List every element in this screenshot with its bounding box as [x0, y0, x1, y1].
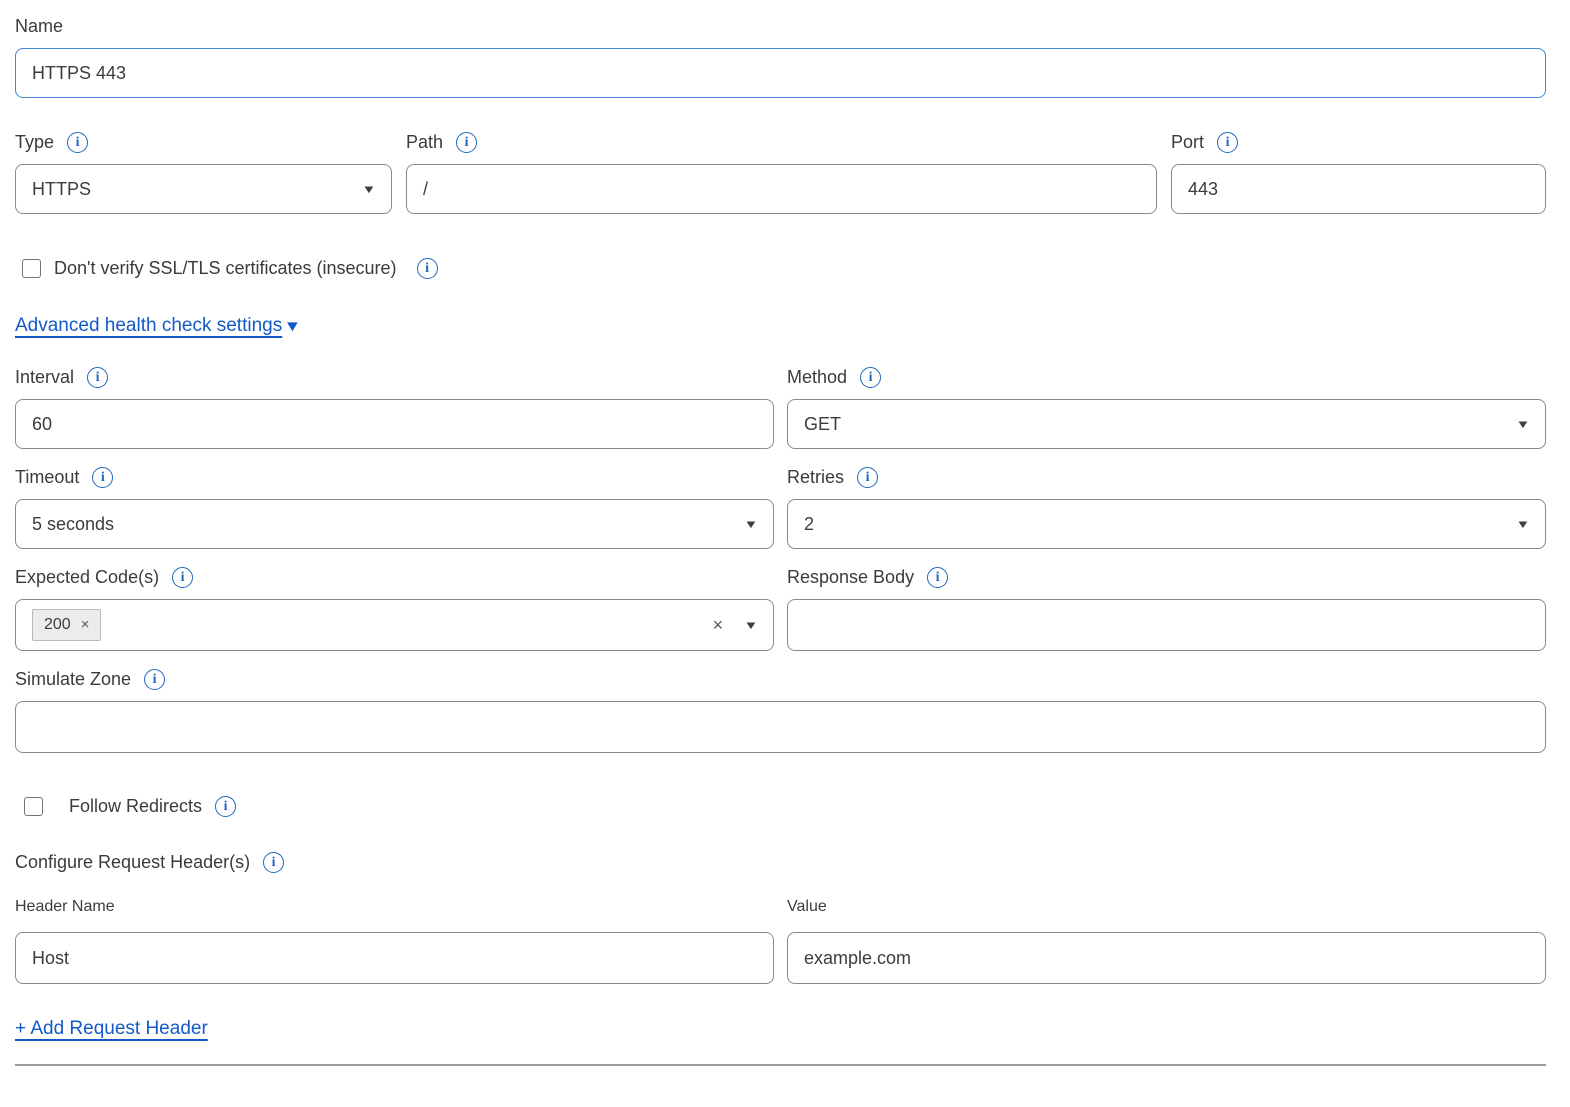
name-field: Name	[15, 16, 1546, 98]
path-input[interactable]	[406, 164, 1157, 214]
timeout-select-value: 5 seconds	[32, 514, 114, 535]
follow-redirects-row: Follow Redirects i	[15, 796, 1546, 817]
ssl-verify-row: Don't verify SSL/TLS certificates (insec…	[15, 258, 1546, 279]
simulate-zone-input[interactable]	[15, 701, 1546, 753]
timeout-retries-row: Timeout i 5 seconds ▼ Retries i 2 ▼	[15, 467, 1546, 549]
info-icon[interactable]: i	[927, 567, 948, 588]
port-field: Port i	[1171, 132, 1546, 214]
simulate-zone-label: Simulate Zone	[15, 669, 131, 690]
info-icon[interactable]: i	[172, 567, 193, 588]
retries-select-value: 2	[804, 514, 814, 535]
retries-field: Retries i 2 ▼	[787, 467, 1546, 549]
timeout-select[interactable]: 5 seconds ▼	[15, 499, 774, 549]
method-field: Method i GET ▼	[787, 367, 1546, 449]
name-input[interactable]	[15, 48, 1546, 98]
info-icon[interactable]: i	[87, 367, 108, 388]
add-header-row: + Add Request Header	[15, 1018, 1546, 1040]
code-tag-value: 200	[44, 615, 71, 634]
method-select-value: GET	[804, 414, 841, 435]
method-label: Method	[787, 367, 847, 388]
advanced-settings-row: Advanced health check settings▼	[15, 315, 1546, 337]
ssl-verify-label: Don't verify SSL/TLS certificates (insec…	[54, 258, 397, 279]
port-input[interactable]	[1171, 164, 1546, 214]
interval-label: Interval	[15, 367, 74, 388]
header-name-input[interactable]	[15, 932, 774, 984]
ssl-verify-checkbox[interactable]	[22, 259, 41, 278]
timeout-label: Timeout	[15, 467, 79, 488]
info-icon[interactable]: i	[456, 132, 477, 153]
header-value-field: Value	[787, 898, 1546, 984]
chevron-down-icon: ▼	[362, 183, 377, 194]
info-icon[interactable]: i	[263, 852, 284, 873]
type-field: Type i HTTPS ▼	[15, 132, 392, 214]
configure-headers-row: Configure Request Header(s) i	[15, 852, 1546, 873]
path-label: Path	[406, 132, 443, 153]
codes-body-row: Expected Code(s) i 200 × × ▼ Response Bo…	[15, 567, 1546, 651]
chevron-down-icon: ▼	[744, 518, 759, 529]
response-body-field: Response Body i	[787, 567, 1546, 651]
type-select[interactable]: HTTPS ▼	[15, 164, 392, 214]
chevron-down-icon: ▼	[1516, 418, 1531, 429]
expected-codes-field: Expected Code(s) i 200 × × ▼	[15, 567, 774, 651]
info-icon[interactable]: i	[857, 467, 878, 488]
info-icon[interactable]: i	[417, 258, 438, 279]
add-request-header-link[interactable]: + Add Request Header	[15, 1018, 208, 1039]
header-value-input[interactable]	[787, 932, 1546, 984]
response-body-label: Response Body	[787, 567, 914, 588]
interval-method-row: Interval i Method i GET ▼	[15, 367, 1546, 449]
clear-all-icon[interactable]: ×	[713, 616, 724, 634]
info-icon[interactable]: i	[215, 796, 236, 817]
chevron-down-icon[interactable]: ▼	[284, 318, 302, 335]
name-label: Name	[15, 16, 63, 37]
follow-redirects-label: Follow Redirects	[69, 796, 202, 817]
retries-select[interactable]: 2 ▼	[787, 499, 1546, 549]
path-field: Path i	[406, 132, 1157, 214]
info-icon[interactable]: i	[67, 132, 88, 153]
follow-redirects-checkbox[interactable]	[24, 797, 43, 816]
type-select-value: HTTPS	[32, 179, 91, 200]
response-body-input[interactable]	[787, 599, 1546, 651]
chevron-down-icon[interactable]: ▼	[744, 619, 759, 630]
type-label: Type	[15, 132, 54, 153]
configure-headers-label: Configure Request Header(s)	[15, 852, 250, 873]
port-label: Port	[1171, 132, 1204, 153]
simulate-zone-field: Simulate Zone i	[15, 669, 1546, 753]
code-tag: 200 ×	[32, 609, 101, 640]
interval-input[interactable]	[15, 399, 774, 449]
header-name-label: Header Name	[15, 898, 115, 916]
type-path-port-row: Type i HTTPS ▼ Path i Port i	[15, 132, 1546, 214]
info-icon[interactable]: i	[144, 669, 165, 690]
health-check-form: Name Type i HTTPS ▼ Path i Port i	[0, 0, 1570, 1066]
remove-tag-icon[interactable]: ×	[81, 616, 90, 634]
advanced-settings-link[interactable]: Advanced health check settings	[15, 315, 282, 336]
expected-codes-multiselect[interactable]: 200 × × ▼	[15, 599, 774, 651]
expected-codes-label: Expected Code(s)	[15, 567, 159, 588]
chevron-down-icon: ▼	[1516, 518, 1531, 529]
retries-label: Retries	[787, 467, 844, 488]
section-divider	[15, 1064, 1546, 1066]
info-icon[interactable]: i	[860, 367, 881, 388]
timeout-field: Timeout i 5 seconds ▼	[15, 467, 774, 549]
header-row: Header Name Value	[15, 898, 1546, 984]
header-name-field: Header Name	[15, 898, 774, 984]
interval-field: Interval i	[15, 367, 774, 449]
method-select[interactable]: GET ▼	[787, 399, 1546, 449]
info-icon[interactable]: i	[92, 467, 113, 488]
header-value-label: Value	[787, 898, 827, 916]
info-icon[interactable]: i	[1217, 132, 1238, 153]
